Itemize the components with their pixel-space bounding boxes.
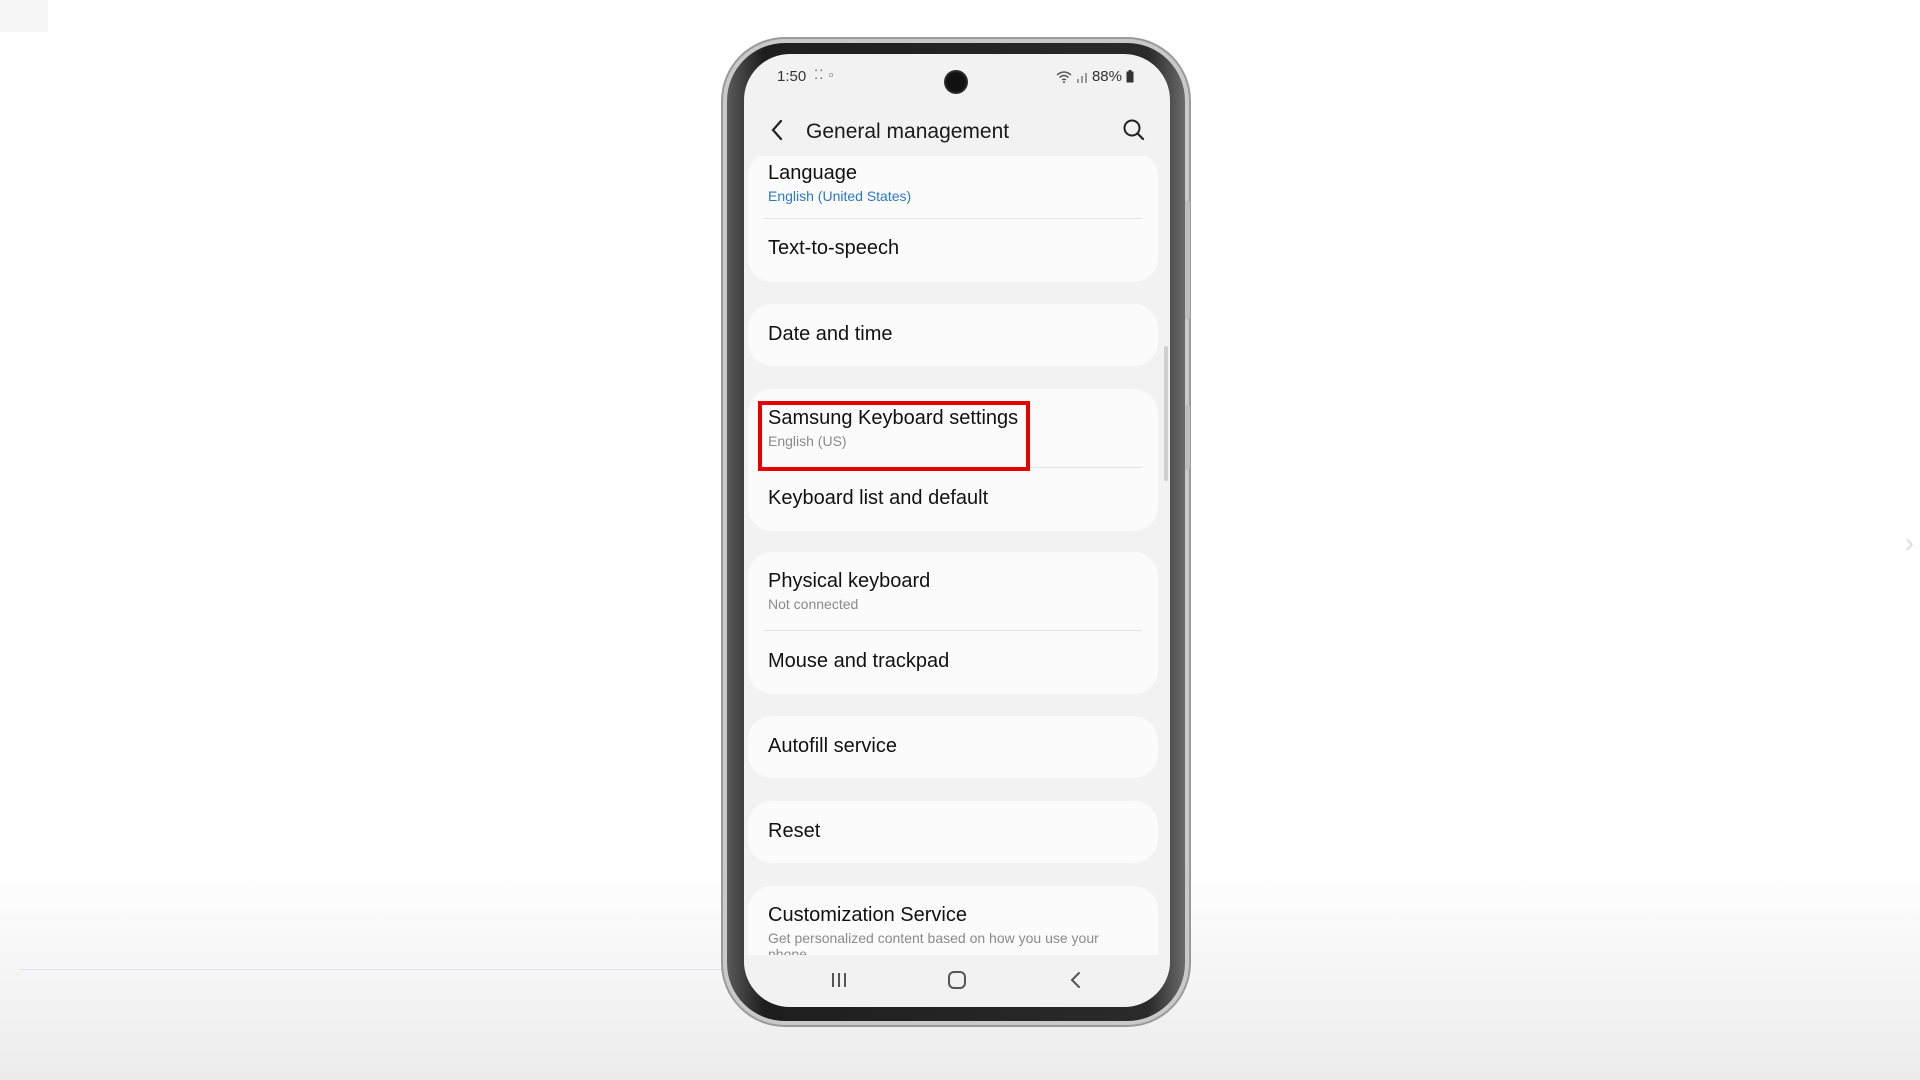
nav-back-icon[interactable] (1066, 969, 1086, 991)
top-left-corner-patch (0, 0, 48, 32)
samsung-keyboard-settings-item[interactable]: Samsung Keyboard settings English (US) (748, 389, 1158, 467)
item-title: Physical keyboard (768, 570, 931, 592)
page-title: General management (806, 120, 1010, 143)
item-title: Language (768, 162, 857, 184)
item-title: Reset (768, 820, 821, 842)
phone-screen: 1:50 ⁚⁚ ▫ 88% General management Languag… (744, 54, 1170, 1007)
back-arrow-icon[interactable] (766, 116, 790, 144)
item-subtitle: English (US) (768, 433, 847, 449)
customization-service-item[interactable]: Customization Service Get personalized c… (748, 886, 1158, 956)
language-item[interactable]: Language English (United States) (748, 156, 1158, 218)
date-and-time-item[interactable]: Date and time (748, 304, 1158, 366)
notification-icons: ⁚⁚ ▫ (814, 67, 835, 82)
reset-item[interactable]: Reset (748, 801, 1158, 863)
settings-group-reset: Reset (748, 801, 1158, 863)
navigation-bar (744, 955, 1170, 1007)
volume-button (1185, 200, 1190, 320)
settings-group-date: Date and time (748, 304, 1158, 366)
item-title: Date and time (768, 323, 893, 345)
settings-group-language: Language English (United States) Text-to… (748, 156, 1158, 282)
search-icon[interactable] (1120, 116, 1148, 144)
power-button (1185, 405, 1190, 470)
item-title: Samsung Keyboard settings (768, 407, 1019, 429)
autofill-service-item[interactable]: Autofill service (748, 716, 1158, 778)
item-title: Text-to-speech (768, 237, 900, 259)
battery-icon (1126, 70, 1134, 83)
item-subtitle: Get personalized content based on how yo… (768, 930, 1099, 956)
item-title: Keyboard list and default (768, 487, 989, 509)
battery-percent: 88% (1091, 68, 1122, 85)
text-to-speech-item[interactable]: Text-to-speech (748, 219, 1158, 281)
status-time: 1:50 (777, 68, 807, 85)
item-title: Mouse and trackpad (768, 650, 950, 672)
wifi-icon (1056, 70, 1072, 83)
settings-list[interactable]: Language English (United States) Text-to… (744, 156, 1170, 956)
mouse-trackpad-item[interactable]: Mouse and trackpad (748, 631, 1158, 694)
settings-group-customization: Customization Service Get personalized c… (748, 886, 1158, 956)
item-subtitle: English (United States) (768, 188, 912, 204)
settings-group-autofill: Autofill service (748, 716, 1158, 778)
settings-group-keyboard: Samsung Keyboard settings English (US) K… (748, 389, 1158, 531)
recents-icon[interactable] (828, 969, 850, 991)
settings-group-input-devices: Physical keyboard Not connected Mouse an… (748, 552, 1158, 694)
status-right: 88% (1056, 68, 1134, 85)
item-title: Customization Service (768, 904, 967, 926)
keyboard-list-item[interactable]: Keyboard list and default (748, 468, 1158, 531)
front-camera (946, 72, 966, 92)
next-arrow-icon[interactable]: › (1905, 527, 1914, 559)
home-icon[interactable] (945, 969, 969, 991)
physical-keyboard-item[interactable]: Physical keyboard Not connected (748, 552, 1158, 630)
item-subtitle: Not connected (768, 596, 859, 612)
app-bar: General management (744, 106, 1170, 156)
scrollbar[interactable] (1164, 346, 1168, 481)
signal-icon (1076, 72, 1087, 83)
item-title: Autofill service (768, 735, 897, 757)
